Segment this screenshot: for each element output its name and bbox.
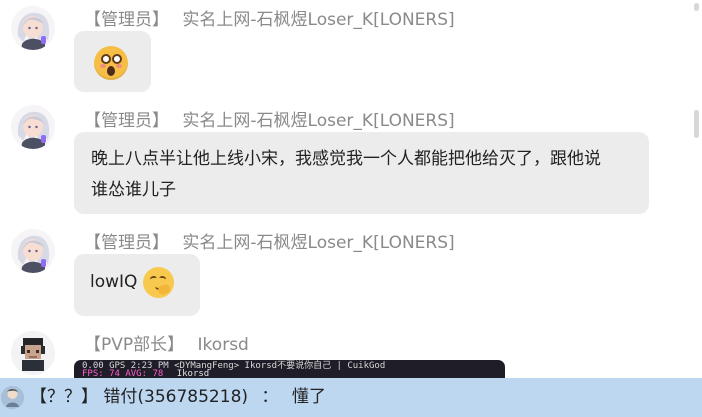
message-line: 晚上八点半让他上线小宋，我感觉我一个人都能把他给灭了，跟他说: [91, 149, 601, 169]
message-line: 谁怂谁儿子: [91, 180, 176, 200]
pinned-message: 懂了: [291, 387, 326, 407]
sender-name: 【管理员】 实名上网-石枫煜Loser_K[LONERS]: [84, 111, 455, 131]
shocked-emoji-icon: [94, 46, 128, 80]
image-preview[interactable]: 0.00 GPS 2:23 PM <DYMangFeng> Ikorsd不要说你…: [74, 360, 505, 378]
scroll-indicator[interactable]: [694, 110, 699, 138]
pinned-sender: 错付(356785218): [103, 387, 249, 407]
sender-role: 【管理员】: [84, 10, 169, 30]
message-text: lowIQ: [90, 272, 138, 292]
pixel-avatar-icon[interactable]: [11, 331, 55, 375]
pinned-separator: ：: [261, 387, 279, 407]
pinned-message-bar[interactable]: 【？？】 错付(356785218) ： 懂了: [0, 378, 702, 417]
chat-history: 【管理员】 实名上网-石枫煜Loser_K[LONERS] 【管理员】 实名上网…: [0, 0, 702, 378]
sender-name: 【管理员】 实名上网-石枫煜Loser_K[LONERS]: [84, 10, 455, 30]
pinned-prefix: 【？？】: [30, 387, 98, 407]
sender-username: 实名上网-石枫煜Loser_K[LONERS]: [182, 233, 455, 253]
preview-bottom-line: FPS: 74 AVG: 78 Ikorsd: [82, 369, 210, 379]
sender-username: 实名上网-石枫煜Loser_K[LONERS]: [182, 111, 455, 131]
scroll-indicator[interactable]: [694, 3, 699, 11]
message-bubble: [74, 31, 151, 92]
pinned-message-text: 【？？】 错付(356785218) ： 懂了: [30, 387, 326, 407]
sender-role: 【管理员】: [84, 111, 169, 131]
message-text: 晚上八点半让他上线小宋，我感觉我一个人都能把他给灭了，跟他说 谁怂谁儿子: [74, 132, 649, 218]
sender-name: 【PVP部长】 Ikorsd: [84, 335, 249, 355]
user-avatar-icon[interactable]: [1, 386, 24, 409]
anime-avatar-icon[interactable]: [11, 105, 55, 149]
preview-metrics: FPS: 74 AVG: 78: [82, 369, 164, 379]
sender-name: 【管理员】 实名上网-石枫煜Loser_K[LONERS]: [84, 233, 455, 253]
sender-role: 【PVP部长】: [84, 335, 185, 355]
message-bubble: 晚上八点半让他上线小宋，我感觉我一个人都能把他给灭了，跟他说 谁怂谁儿子: [74, 132, 649, 214]
message-bubble: lowIQ: [74, 254, 200, 316]
sender-username: 实名上网-石枫煜Loser_K[LONERS]: [182, 10, 455, 30]
preview-name: Ikorsd: [176, 369, 210, 379]
sender-username: Ikorsd: [197, 335, 249, 355]
anime-avatar-icon[interactable]: [11, 6, 55, 50]
anime-avatar-icon[interactable]: [11, 229, 55, 273]
sender-role: 【管理员】: [84, 233, 169, 253]
thinking-emoji-icon: [143, 267, 174, 298]
